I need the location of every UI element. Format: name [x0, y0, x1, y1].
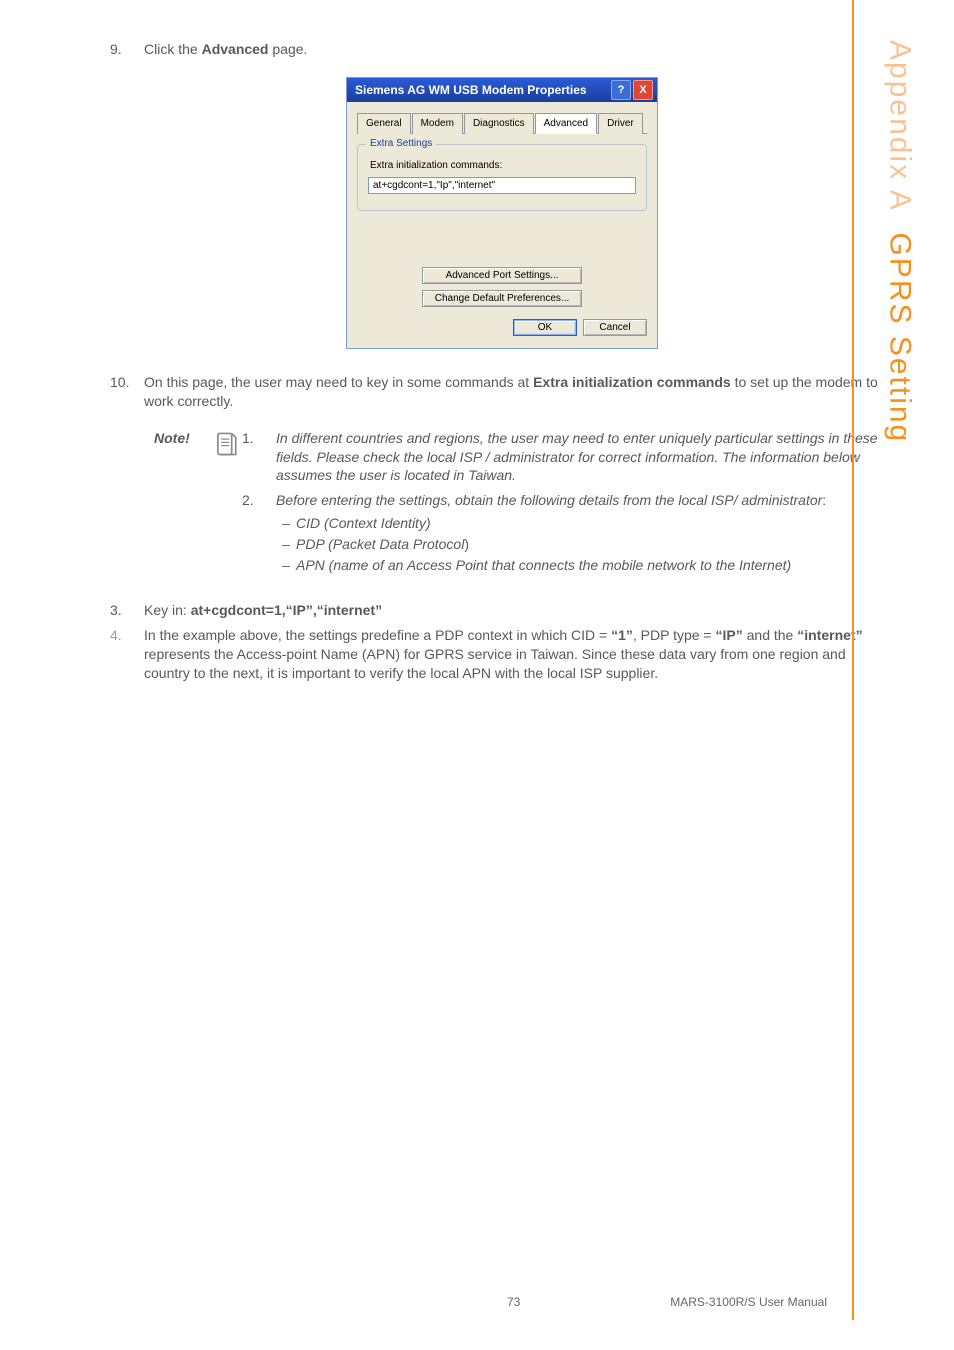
- note-bullet: –APN (name of an Access Point that conne…: [276, 556, 894, 575]
- init-commands-label: Extra initialization commands:: [370, 159, 636, 173]
- note-label: Note!: [154, 429, 210, 583]
- note-bullet: –CID (Context Identity): [276, 514, 894, 533]
- note-item-1: 1. In different countries and regions, t…: [242, 429, 894, 486]
- sidebar-title: Appendix A GPRS Setting: [874, 40, 924, 640]
- note-number: 2.: [242, 491, 276, 577]
- close-icon[interactable]: X: [633, 80, 653, 100]
- step-10: 10. On this page, the user may need to k…: [110, 373, 894, 411]
- step-text: In the example above, the settings prede…: [144, 626, 894, 683]
- cancel-button[interactable]: Cancel: [583, 319, 647, 336]
- step-text: Click the Advanced page.: [144, 40, 894, 59]
- step-number: 10.: [110, 373, 144, 411]
- tab-strip: General Modem Diagnostics Advanced Drive…: [357, 112, 647, 135]
- extra-settings-group: Extra Settings Extra initialization comm…: [357, 144, 647, 211]
- sidebar-appendix: Appendix A: [883, 40, 916, 212]
- help-icon[interactable]: ?: [611, 80, 631, 100]
- modem-properties-dialog: Siemens AG WM USB Modem Properties ? X G…: [346, 77, 658, 349]
- step-number: 9.: [110, 40, 144, 59]
- step-text: Key in: at+cgdcont=1,“IP”,“internet”: [144, 601, 894, 620]
- group-legend: Extra Settings: [366, 137, 436, 151]
- dialog-title: Siemens AG WM USB Modem Properties: [355, 82, 609, 98]
- page-number: 73: [507, 1294, 520, 1310]
- note-block: Note! 1. In different countries and regi…: [154, 429, 894, 583]
- step-text: On this page, the user may need to key i…: [144, 373, 894, 411]
- manual-title: MARS-3100R/S User Manual: [670, 1294, 827, 1310]
- page-footer: 73 MARS-3100R/S User Manual: [0, 1294, 954, 1310]
- init-commands-input[interactable]: [368, 177, 636, 194]
- note-bullet: –PDP (Packet Data Protocol): [276, 535, 894, 554]
- note-icon: [210, 429, 242, 583]
- dialog-titlebar: Siemens AG WM USB Modem Properties ? X: [347, 78, 657, 102]
- tab-general[interactable]: General: [357, 113, 411, 135]
- tab-diagnostics[interactable]: Diagnostics: [464, 113, 534, 135]
- tab-driver[interactable]: Driver: [598, 113, 643, 135]
- note-text: Before entering the settings, obtain the…: [276, 491, 894, 577]
- sidebar-section: GPRS Setting: [883, 232, 916, 443]
- sidebar-divider: [852, 0, 854, 1320]
- step-number: 3.: [110, 601, 144, 620]
- step-9: 9. Click the Advanced page.: [110, 40, 894, 59]
- step-3: 3. Key in: at+cgdcont=1,“IP”,“internet”: [110, 601, 894, 620]
- advanced-port-settings-button[interactable]: Advanced Port Settings...: [422, 267, 582, 284]
- note-text: In different countries and regions, the …: [276, 429, 894, 486]
- tab-advanced[interactable]: Advanced: [535, 113, 597, 135]
- step-4: 4. In the example above, the settings pr…: [110, 626, 894, 683]
- step-number: 4.: [110, 626, 144, 683]
- change-default-preferences-button[interactable]: Change Default Preferences...: [422, 290, 582, 307]
- ok-button[interactable]: OK: [513, 319, 577, 336]
- tab-modem[interactable]: Modem: [412, 113, 463, 135]
- note-item-2: 2. Before entering the settings, obtain …: [242, 491, 894, 577]
- note-number: 1.: [242, 429, 276, 486]
